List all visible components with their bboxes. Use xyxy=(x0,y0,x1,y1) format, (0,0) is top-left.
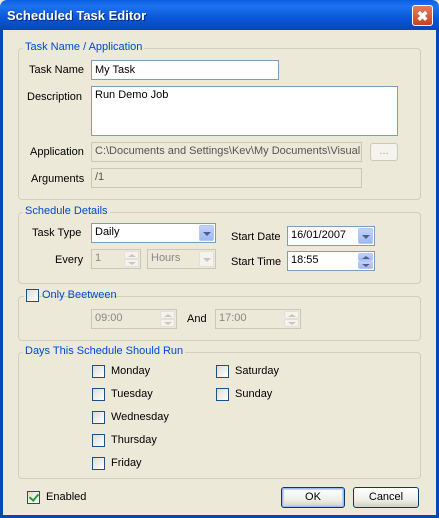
close-icon: ✖ xyxy=(416,8,429,24)
start-date-label: Start Date xyxy=(231,231,281,243)
from-spin-icon[interactable] xyxy=(160,311,175,327)
day-label: Monday xyxy=(111,365,151,377)
start-time-value: 18:55 xyxy=(291,254,319,266)
day-label: Wednesday xyxy=(111,411,169,423)
close-button[interactable]: ✖ xyxy=(412,5,433,26)
and-label: And xyxy=(187,313,207,325)
task-type-value: Daily xyxy=(95,226,120,238)
every-unit-select[interactable]: Hours xyxy=(147,249,216,269)
day-tuesday[interactable]: Tuesday xyxy=(92,388,192,402)
only-between-label: Only Beetween xyxy=(42,289,117,301)
chevron-down-icon[interactable] xyxy=(199,251,214,267)
only-between-legend: Only Beetween xyxy=(24,288,117,304)
schedule-group: Schedule Details xyxy=(18,205,421,284)
between-from-value: 09:00 xyxy=(95,312,123,324)
every-value: 1 xyxy=(95,252,102,264)
start-date-value: 16/01/2007 xyxy=(291,229,347,241)
task-name-input[interactable] xyxy=(91,60,279,80)
day-monday[interactable]: Monday xyxy=(92,365,192,379)
cancel-button[interactable]: Cancel xyxy=(353,487,419,508)
only-between-checkbox[interactable] xyxy=(26,289,39,302)
day-label: Friday xyxy=(111,457,142,469)
application-field: C:\Documents and Settings\Kev\My Documen… xyxy=(91,142,362,162)
between-from-stepper[interactable]: 09:00 xyxy=(91,309,177,329)
chevron-down-icon[interactable] xyxy=(358,228,373,244)
browse-button[interactable]: ... xyxy=(370,143,398,161)
start-date-picker[interactable]: 16/01/2007 xyxy=(287,226,375,246)
day-saturday[interactable]: Saturday xyxy=(216,365,316,379)
task-name-label: Task Name xyxy=(29,64,85,76)
day-checkbox[interactable] xyxy=(92,388,105,401)
title-bar: Scheduled Task Editor ✖ xyxy=(0,0,439,30)
day-checkbox[interactable] xyxy=(92,365,105,378)
day-checkbox[interactable] xyxy=(92,457,105,470)
day-label: Sunday xyxy=(235,388,273,400)
day-label: Thursday xyxy=(111,434,157,446)
day-label: Saturday xyxy=(235,365,280,377)
to-spin-icon[interactable] xyxy=(284,311,299,327)
between-to-stepper[interactable]: 17:00 xyxy=(215,309,301,329)
every-unit-value: Hours xyxy=(151,252,181,264)
day-sunday[interactable]: Sunday xyxy=(216,388,316,402)
task-type-label: Task Type xyxy=(32,227,82,239)
days-group-legend: Days This Schedule Should Run xyxy=(23,345,186,357)
start-time-spin-icon[interactable] xyxy=(358,253,373,269)
day-checkbox[interactable] xyxy=(92,434,105,447)
day-wednesday[interactable]: Wednesday xyxy=(92,411,192,425)
task-type-select[interactable]: Daily xyxy=(91,223,216,243)
day-label: Tuesday xyxy=(111,388,153,400)
arguments-field: /1 xyxy=(91,168,362,188)
every-label: Every xyxy=(55,254,84,266)
enabled-label: Enabled xyxy=(46,491,87,503)
day-checkbox[interactable] xyxy=(216,365,229,378)
ok-button[interactable]: OK xyxy=(281,487,345,508)
arguments-label: Arguments xyxy=(31,173,85,185)
chevron-down-icon[interactable] xyxy=(199,225,214,241)
start-time-label: Start Time xyxy=(231,256,282,268)
start-time-stepper[interactable]: 18:55 xyxy=(287,251,375,271)
description-textarea[interactable]: Run Demo Job xyxy=(91,86,398,136)
day-checkbox[interactable] xyxy=(92,411,105,424)
schedule-group-legend: Schedule Details xyxy=(23,205,110,217)
day-thursday[interactable]: Thursday xyxy=(92,434,192,448)
day-friday[interactable]: Friday xyxy=(92,457,192,471)
enabled-option[interactable]: Enabled xyxy=(27,491,107,505)
enabled-checkbox[interactable] xyxy=(27,491,40,504)
every-spin-icon[interactable] xyxy=(124,251,139,267)
day-checkbox[interactable] xyxy=(216,388,229,401)
application-label: Application xyxy=(30,146,84,158)
task-group-legend: Task Name / Application xyxy=(23,41,145,53)
description-label: Description xyxy=(27,91,83,103)
between-to-value: 17:00 xyxy=(219,312,247,324)
every-stepper[interactable]: 1 xyxy=(91,249,141,269)
window-title: Scheduled Task Editor xyxy=(7,8,147,23)
